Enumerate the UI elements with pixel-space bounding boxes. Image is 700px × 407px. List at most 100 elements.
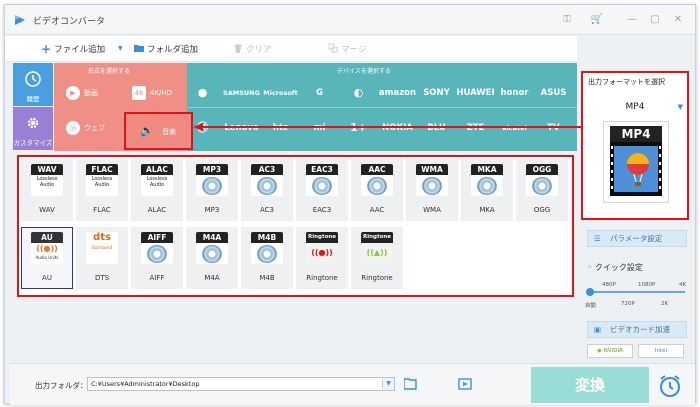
key-icon[interactable]: ⚿ [560,13,574,27]
format-tile-eac3[interactable]: EAC3 EAC3 [296,159,348,221]
format-tile-ringtone[interactable]: Ringtone ((▲)) Ringtone [351,227,403,289]
add-folder-button[interactable]: フォルダ追加 [134,43,198,55]
red-arrow-indicator [193,123,581,131]
format-tile-m4b[interactable]: M4B M4B [241,227,293,289]
format-badge-label: FLAC [86,164,118,175]
format-badge: MP3 [196,164,228,196]
convert-button[interactable]: 変換 [531,367,649,403]
gpu-accel-button[interactable]: ▣ ビデオカード加速 [587,321,687,338]
format-name: EAC3 [312,206,332,214]
format-badge: EAC3 [306,164,338,196]
format-section-label: 形式を選択する [88,68,131,75]
parameter-settings-label: パラメータ設定 [610,234,663,243]
format-tile-ogg[interactable]: OGG OGG [516,159,568,221]
plus-icon: + [41,42,52,56]
chevron-down-icon[interactable]: ▼ [678,103,683,111]
format-name: ALAC [147,206,167,214]
output-preview-icon[interactable] [458,378,472,390]
clear-button[interactable]: クリア [233,43,272,55]
dts-sub-label: Surround [91,246,113,251]
minimize-button[interactable]: — [625,13,639,27]
add-file-dropdown[interactable]: ▼ [118,43,123,53]
intel-badge: Intel [638,344,684,358]
device-tile[interactable]: honor [495,79,534,107]
device-tile[interactable]: SAMSUNG [222,79,261,107]
cart-icon[interactable]: 🛒 [590,13,604,27]
format-badge: ALAC Lossless Audio [141,164,173,196]
format-tile-dts[interactable]: dts Surround DTS [76,227,128,289]
category-web-label: ウェブ [84,124,105,132]
disc-icon [141,243,173,264]
apple-ringtone-icon: ((●)) [306,243,338,264]
close-button[interactable]: ✕ [671,13,685,27]
category-hd-label: 4K/HD [150,89,173,97]
format-tile-ac3[interactable]: AC3 AC3 [241,159,293,221]
device-tile[interactable]: ◐ [339,79,378,107]
quality-slider[interactable] [589,291,685,293]
maximize-button[interactable]: ▢ [648,13,662,27]
category-4k-hd[interactable]: 4k 4K/HD [120,79,186,107]
open-folder-icon[interactable] [404,378,418,390]
format-tile-mka[interactable]: MKA MKA [461,159,513,221]
quick-settings: ◦ クイック設定 [587,262,643,273]
4k-icon: 4k [132,86,146,100]
device-tile[interactable]: Microsoft [261,79,300,107]
format-name: FLAC [93,206,111,214]
format-badge: WMA [416,164,448,196]
format-tile-mp3[interactable]: MP3 MP3 [186,159,238,221]
disc-icon [306,175,338,196]
format-tile-aac[interactable]: AAC AAC [351,159,403,221]
device-tile[interactable]: HUAWEI [456,79,495,107]
alarm-clock-icon[interactable] [655,371,685,401]
device-tile[interactable]: ASUS [534,79,573,107]
format-tile-wma[interactable]: WMA WMA [406,159,458,221]
format-name: MKA [479,206,495,214]
output-format-header: 出力フォーマットを選択 [588,78,665,86]
format-badge: dts Surround [86,232,118,264]
format-tile-alac[interactable]: ALAC Lossless Audio ALAC [131,159,183,221]
format-name: M4A [204,274,220,282]
output-format-panel[interactable]: 出力フォーマットを選択 MP4 ▼ MP4 [581,71,689,220]
merge-button[interactable]: マージ [328,43,366,55]
category-video[interactable]: ▶ 動画 [54,79,120,107]
add-folder-label: フォルダ追加 [147,45,199,55]
slider-handle[interactable] [586,288,594,296]
format-tile-flac[interactable]: FLAC Lossless Audio FLAC [76,159,128,221]
add-file-button[interactable]: + ファイル追加 [41,43,105,55]
device-tile[interactable]: ● [183,79,222,107]
title-bar: ビデオコンバータ ⚿ 🛒 — ▢ ✕ [5,5,695,35]
quick-mark-auto: 自動 [585,303,597,309]
device-tile[interactable]: SONY [417,79,456,107]
quick-mark-1080p: 1080P [638,282,656,288]
format-tile-wav[interactable]: WAV Lossless Audio WAV [21,159,73,221]
device-tile[interactable]: amazon [378,79,417,107]
merge-label: マージ [341,45,367,55]
format-name: Ringtone [361,274,393,282]
category-music-label: 音楽 [162,128,176,136]
customize-label: カスタマイズ [13,139,53,147]
audio-format-grid: WAV Lossless Audio WAV FLAC Lossless Audio FL… [17,155,574,297]
lossless-audio-icon: Lossless Audio [31,175,63,196]
format-tile-m4a[interactable]: M4A M4A [186,227,238,289]
history-button[interactable]: 履歴 [13,63,53,106]
category-music[interactable]: 🔈 音楽 [124,112,193,150]
category-web[interactable]: ◎ ウェブ [54,114,120,142]
device-section-label: デバイスを選択する [337,68,391,75]
intel-label: Intel [654,348,668,354]
chevron-down-icon[interactable]: ▼ [382,378,394,390]
format-badge: AAC [361,164,393,196]
format-badge-label: M4B [251,232,283,243]
folder-plus-icon [134,45,144,52]
android-ringtone-icon: ((▲)) [361,243,393,264]
customize-button[interactable]: カスタマイズ [13,107,53,150]
format-tile-au[interactable]: AU ((●)) Audio Units AU [21,227,73,289]
nvidia-label: NVIDIA [603,348,623,354]
format-tile-aiff[interactable]: AIFF AIFF [131,227,183,289]
quick-mark-720p: 720P [621,301,635,307]
play-icon: ▶ [66,86,80,100]
device-tile[interactable]: G [300,79,339,107]
parameter-settings-button[interactable]: ☰ パラメータ設定 [587,230,687,247]
format-tile-ringtone[interactable]: Ringtone ((●)) Ringtone [296,227,348,289]
format-name: Ringtone [306,274,338,282]
output-folder-field[interactable]: C:¥Users¥Administrator¥Desktop ▼ [87,377,395,391]
